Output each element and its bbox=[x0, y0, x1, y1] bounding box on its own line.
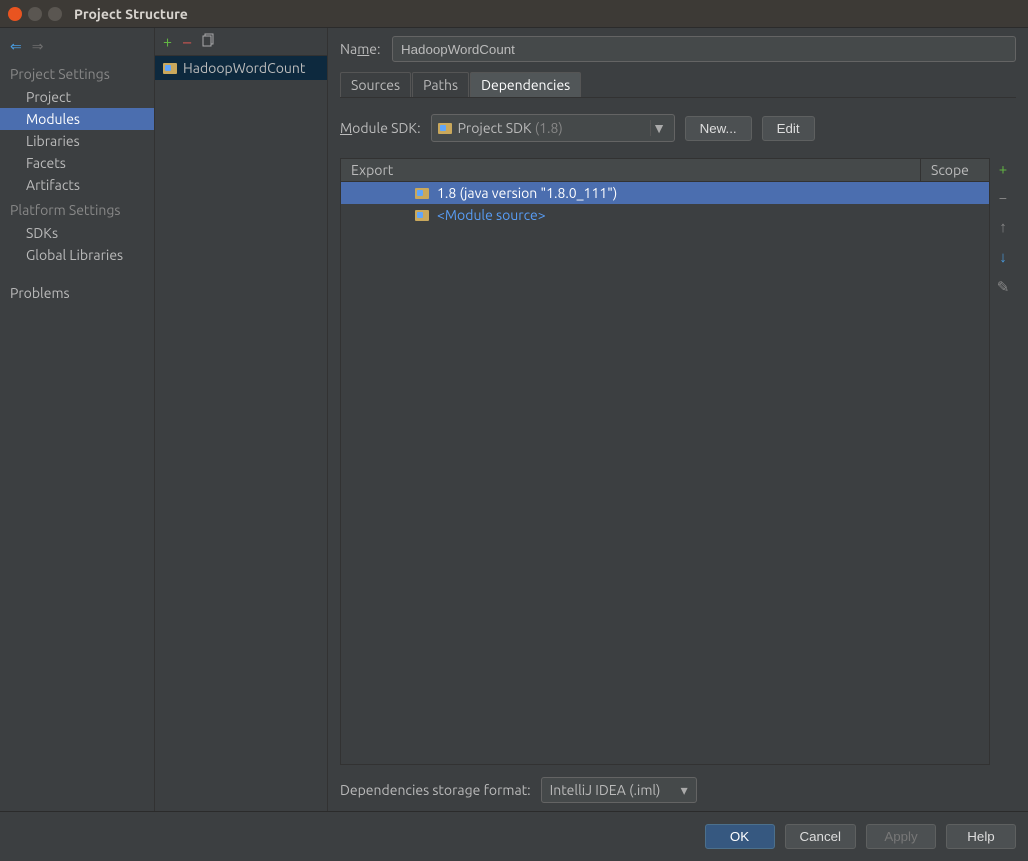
module-sdk-combo[interactable]: Project SDK (1.8) ▼ bbox=[431, 114, 675, 142]
nav-problems[interactable]: Problems bbox=[0, 282, 154, 304]
tabs: Sources Paths Dependencies bbox=[340, 72, 1016, 98]
module-sdk-label: Module SDK: bbox=[340, 120, 421, 136]
close-icon[interactable] bbox=[8, 7, 22, 21]
minimize-icon[interactable] bbox=[28, 7, 42, 21]
tab-dependencies[interactable]: Dependencies bbox=[470, 72, 581, 97]
name-label: Name: bbox=[340, 41, 392, 57]
dependencies-sidetools: + − ↑ ↓ ✎ bbox=[990, 158, 1016, 765]
dialog-footer: OK Cancel Apply Help bbox=[0, 811, 1028, 861]
storage-label: Dependencies storage format: bbox=[340, 782, 531, 798]
edit-dependency-icon[interactable]: ✎ bbox=[997, 278, 1010, 296]
remove-icon[interactable]: − bbox=[182, 32, 192, 52]
left-sidebar: ⇐ ⇒ Project Settings Project Modules Lib… bbox=[0, 28, 155, 811]
new-sdk-button[interactable]: New... bbox=[685, 116, 752, 141]
name-row: Name: bbox=[340, 36, 1016, 62]
nav-global-libraries[interactable]: Global Libraries bbox=[0, 244, 154, 266]
dependencies-wrap: Export Scope 1.8 (java version "1.8.0_11… bbox=[340, 158, 1016, 765]
module-label: HadoopWordCount bbox=[183, 60, 305, 76]
nav-sdks[interactable]: SDKs bbox=[0, 222, 154, 244]
chevron-down-icon[interactable]: ▾ bbox=[681, 782, 688, 799]
module-sdk-row: Module SDK: Project SDK (1.8) ▼ New... E… bbox=[340, 114, 1016, 142]
storage-format-combo[interactable]: IntelliJ IDEA (.iml) ▾ bbox=[541, 777, 697, 803]
dependencies-table: Export Scope 1.8 (java version "1.8.0_11… bbox=[340, 158, 990, 765]
titlebar: Project Structure bbox=[0, 0, 1028, 28]
module-icon bbox=[163, 63, 177, 74]
nav-libraries[interactable]: Libraries bbox=[0, 130, 154, 152]
add-dependency-icon[interactable]: + bbox=[999, 160, 1007, 177]
ok-button[interactable]: OK bbox=[705, 824, 775, 849]
dep-row[interactable]: <Module source> bbox=[341, 204, 989, 226]
dependencies-header: Export Scope bbox=[341, 159, 989, 182]
dep-label: <Module source> bbox=[437, 207, 546, 223]
module-item[interactable]: HadoopWordCount bbox=[155, 56, 327, 80]
header-export[interactable]: Export bbox=[341, 159, 921, 181]
tab-paths[interactable]: Paths bbox=[412, 72, 469, 97]
move-down-icon[interactable]: ↓ bbox=[999, 248, 1007, 266]
forward-icon[interactable]: ⇒ bbox=[32, 38, 44, 55]
nav-facets[interactable]: Facets bbox=[0, 152, 154, 174]
library-icon bbox=[415, 188, 429, 199]
main-detail-pane: Name: Sources Paths Dependencies Module … bbox=[328, 28, 1028, 811]
edit-sdk-button[interactable]: Edit bbox=[762, 116, 815, 141]
dep-row[interactable]: 1.8 (java version "1.8.0_111") bbox=[341, 182, 989, 204]
header-scope[interactable]: Scope bbox=[921, 159, 989, 181]
modules-list-pane: + − HadoopWordCount bbox=[155, 28, 328, 811]
left-nav-toolbar: ⇐ ⇒ bbox=[0, 32, 154, 60]
add-icon[interactable]: + bbox=[163, 33, 172, 51]
window-title: Project Structure bbox=[74, 6, 188, 22]
dependencies-rows: 1.8 (java version "1.8.0_111") <Module s… bbox=[341, 182, 989, 764]
nav-artifacts[interactable]: Artifacts bbox=[0, 174, 154, 196]
move-up-icon[interactable]: ↑ bbox=[999, 218, 1007, 236]
maximize-icon[interactable] bbox=[48, 7, 62, 21]
copy-icon[interactable] bbox=[202, 33, 216, 50]
module-name-input[interactable] bbox=[392, 36, 1016, 62]
module-sdk-value: Project SDK (1.8) bbox=[458, 120, 563, 136]
back-icon[interactable]: ⇐ bbox=[10, 38, 22, 55]
modules-toolbar: + − bbox=[155, 28, 327, 56]
storage-format-row: Dependencies storage format: IntelliJ ID… bbox=[340, 777, 1016, 803]
chevron-down-icon[interactable]: ▼ bbox=[650, 120, 668, 136]
nav-modules[interactable]: Modules bbox=[0, 108, 154, 130]
section-project-settings: Project Settings bbox=[0, 60, 154, 86]
module-source-icon bbox=[415, 210, 429, 221]
cancel-button[interactable]: Cancel bbox=[785, 824, 857, 849]
sdk-icon bbox=[438, 123, 452, 134]
help-button[interactable]: Help bbox=[946, 824, 1016, 849]
dep-label: 1.8 (java version "1.8.0_111") bbox=[437, 185, 617, 201]
tab-sources[interactable]: Sources bbox=[340, 72, 411, 97]
content: ⇐ ⇒ Project Settings Project Modules Lib… bbox=[0, 28, 1028, 811]
storage-value: IntelliJ IDEA (.iml) bbox=[550, 782, 661, 798]
section-platform-settings: Platform Settings bbox=[0, 196, 154, 222]
remove-dependency-icon[interactable]: − bbox=[999, 189, 1007, 206]
nav-project[interactable]: Project bbox=[0, 86, 154, 108]
apply-button[interactable]: Apply bbox=[866, 824, 936, 849]
